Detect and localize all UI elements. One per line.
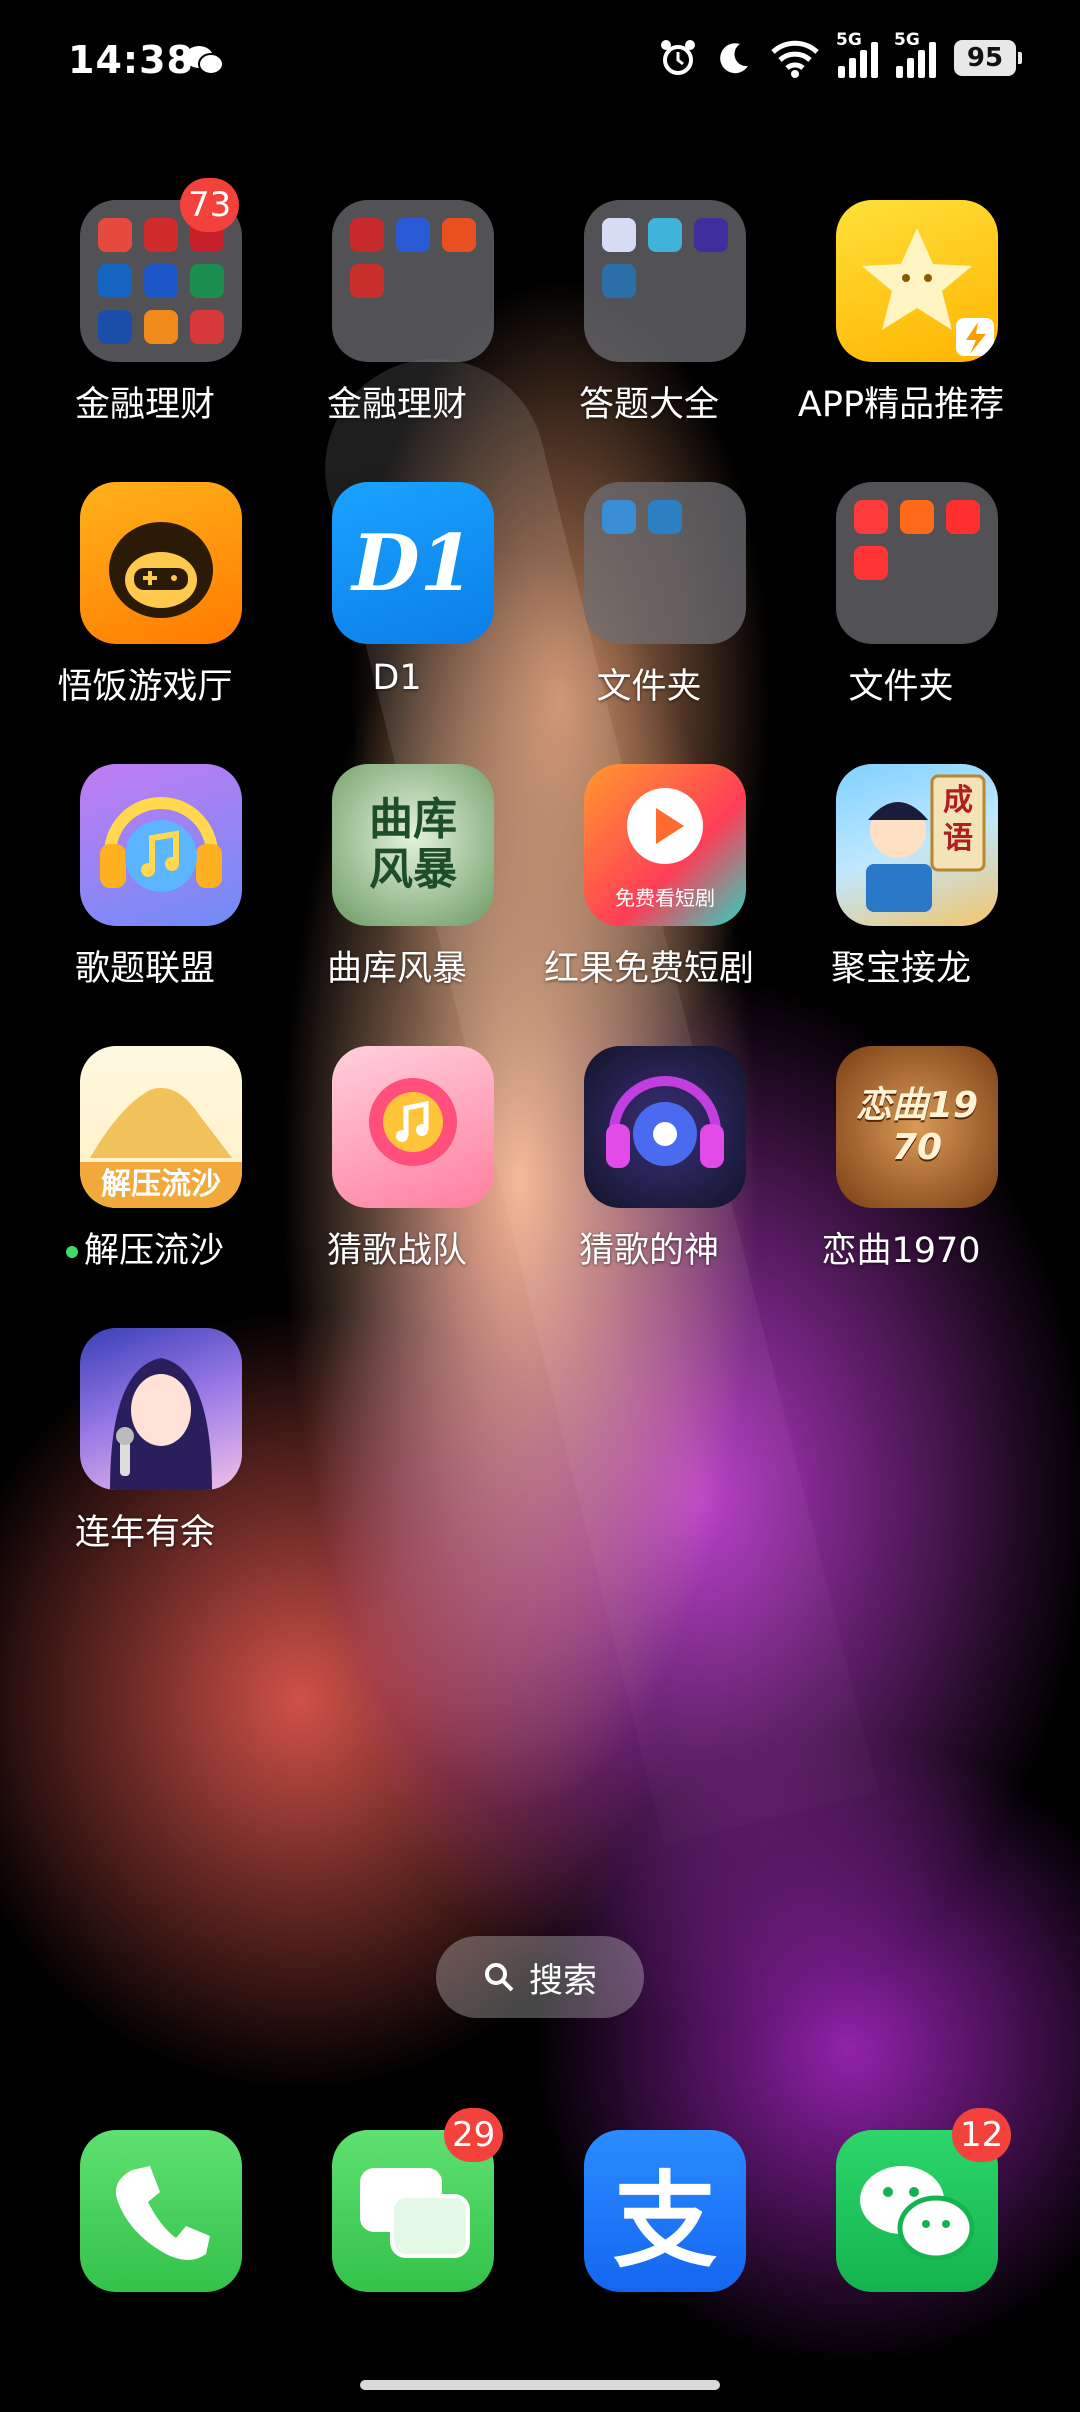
signal-icon: 5G [836, 30, 878, 78]
folder-icon [584, 200, 746, 362]
music-headphones-icon [80, 764, 242, 926]
folder-finance-2[interactable]: 金融理财 [272, 200, 522, 460]
folder-finance-1[interactable]: 73 金融理财 [20, 178, 270, 460]
app-caige-zhandui[interactable]: 猜歌战队 [272, 1046, 522, 1306]
logo-text: 恋曲1970 [855, 1085, 979, 1168]
folder-icon [584, 482, 746, 644]
notification-badge: 29 [444, 2108, 504, 2162]
sand-pile-icon: 解压流沙 [80, 1046, 242, 1208]
app-label: 悟饭游戏厅 [57, 667, 233, 707]
app-label: D1 [372, 658, 422, 698]
network-type-1: 5G [836, 30, 862, 50]
logo-text: 曲库风暴 [369, 794, 457, 895]
play-icon: 免费看短剧 [584, 764, 746, 926]
logo-text: 解压流沙 [80, 1162, 242, 1208]
app-label: 解压流沙 [5, 1222, 285, 1273]
search-button[interactable]: 搜索 [436, 1936, 644, 2018]
folder-files-2[interactable]: 文件夹 [776, 482, 1026, 742]
folder-quiz[interactable]: 答题大全 [524, 200, 774, 460]
network-type-2: 5G [894, 30, 920, 50]
app-d1[interactable]: D1 D1 [272, 482, 522, 742]
app-label: 文件夹 [596, 667, 702, 707]
app-jubao-jielong[interactable]: 成语 聚宝接龙 [776, 764, 1026, 1024]
app-recommend[interactable]: APP精品推荐 [776, 200, 1026, 460]
headphones-disc-icon [584, 1046, 746, 1208]
qu-ku-feng-bao-logo: 曲库风暴 [332, 764, 494, 926]
app-label-text: 解压流沙 [83, 1231, 224, 1271]
idiom-scholar-icon: 成语 [836, 764, 998, 926]
app-geti-lianmeng[interactable]: 歌题联盟 [20, 764, 270, 1024]
folder-icon [836, 482, 998, 644]
d1-logo-text: D1 [352, 517, 474, 609]
signal-icon: 5G [894, 30, 936, 78]
home-indicator[interactable] [360, 2380, 720, 2390]
app-quku-fengbao[interactable]: 曲库风暴 曲库风暴 [272, 764, 522, 1024]
folder-icon [332, 200, 494, 362]
app-label: 金融理财 [326, 385, 467, 425]
folder-files-1[interactable]: 文件夹 [524, 482, 774, 742]
battery-icon: 95 [954, 40, 1022, 76]
app-label: 聚宝接龙 [830, 949, 971, 989]
app-jieya-liusha[interactable]: 解压流沙 解压流沙 [20, 1046, 270, 1306]
status-bar: 14:38 5G 5G 95 [0, 0, 1080, 120]
new-update-dot [65, 1246, 78, 1258]
wechat-icon [185, 46, 224, 75]
dock-alipay[interactable]: 支 [584, 2130, 746, 2292]
search-icon [485, 1963, 514, 1992]
status-time: 14:38 [68, 38, 194, 82]
d1-logo: D1 [332, 482, 494, 644]
app-label: 连年有余 [74, 1513, 215, 1553]
app-label: 曲库风暴 [326, 949, 467, 989]
app-label: 歌题联盟 [74, 949, 215, 989]
logo-text: 免费看短剧 [615, 886, 715, 910]
app-label: 金融理财 [74, 385, 215, 425]
app-label: 答题大全 [578, 385, 719, 425]
alipay-icon: 支 [612, 2159, 717, 2282]
flower-music-icon [332, 1046, 494, 1208]
app-label: 红果免费短剧 [543, 949, 754, 989]
search-label: 搜索 [529, 1960, 597, 2001]
star-icon [836, 200, 998, 362]
dock-wechat[interactable]: 12 [836, 2108, 1012, 2292]
app-label: 猜歌战队 [326, 1231, 467, 1271]
cassette-icon: 恋曲1970 [836, 1046, 998, 1208]
wifi-icon [771, 40, 819, 78]
dock-phone[interactable] [80, 2130, 242, 2292]
app-lianqu-1970[interactable]: 恋曲1970 恋曲1970 [776, 1046, 1026, 1306]
battery-level: 95 [966, 43, 1004, 73]
app-label: APP精品推荐 [797, 385, 1005, 425]
app-label: 文件夹 [848, 667, 954, 707]
moon-icon [720, 43, 748, 74]
app-liannian-youyu[interactable]: 连年有余 [20, 1328, 270, 1588]
notification-badge: 12 [952, 2108, 1012, 2162]
alarm-icon [661, 40, 695, 75]
logo-text: 成语 [943, 783, 973, 856]
phone-icon [115, 2166, 210, 2260]
dock-messages[interactable]: 29 [332, 2108, 504, 2292]
app-hongguo-drama[interactable]: 免费看短剧 红果免费短剧 [524, 764, 774, 1024]
app-caige-deshen[interactable]: 猜歌的神 [524, 1046, 774, 1306]
notification-badge: 73 [180, 178, 240, 232]
app-label: 猜歌的神 [578, 1231, 719, 1271]
monkey-gamepad-icon [80, 482, 242, 644]
app-wufan-games[interactable]: 悟饭游戏厅 [20, 482, 270, 742]
app-label: 恋曲1970 [821, 1231, 981, 1271]
singer-girl-icon [80, 1328, 242, 1490]
